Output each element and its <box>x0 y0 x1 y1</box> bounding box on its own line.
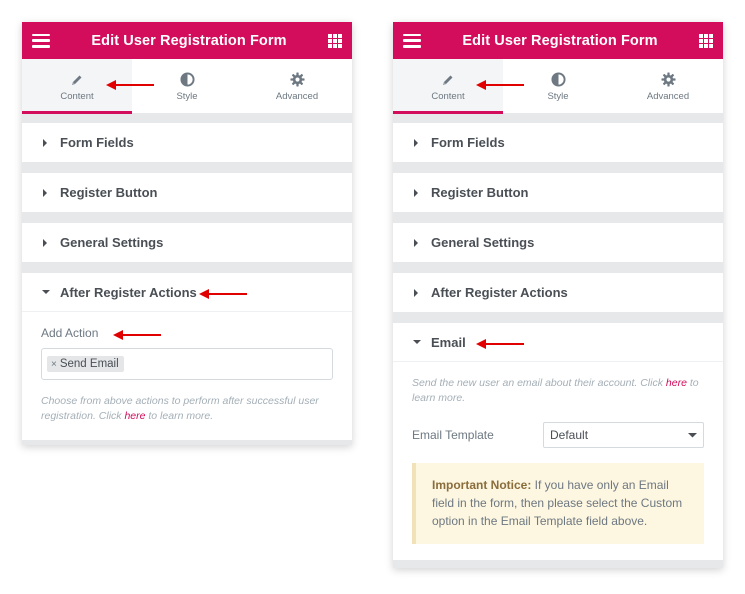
description-text-end: to learn more. <box>145 410 214 422</box>
caret-right-icon <box>413 138 431 147</box>
add-action-description: Choose from above actions to perform aft… <box>41 394 333 424</box>
add-action-select[interactable]: × Send Email <box>41 348 333 380</box>
grid-icon[interactable] <box>699 33 713 48</box>
section-register-button[interactable]: Register Button <box>393 173 723 212</box>
section-label: Register Button <box>60 185 158 200</box>
tab-label: Advanced <box>275 90 319 102</box>
section-label: Email <box>431 334 466 350</box>
pencil-icon <box>70 71 84 89</box>
section-after-register-actions[interactable]: After Register Actions <box>22 273 352 312</box>
tab-label: Content <box>431 90 465 102</box>
arrow-icon <box>476 339 524 349</box>
tab-label: Style <box>176 90 198 102</box>
email-template-select[interactable]: Default <box>543 422 704 448</box>
hamburger-icon[interactable] <box>403 33 421 48</box>
section-label: Register Button <box>431 185 529 200</box>
section-label: General Settings <box>431 235 535 250</box>
tab-advanced[interactable]: Advanced <box>613 59 723 113</box>
half-circle-icon <box>179 71 195 89</box>
panel-sections: Form Fields Register Button General Sett… <box>22 114 352 440</box>
section-email[interactable]: Email <box>393 323 723 362</box>
panel-header: Edit User Registration Form <box>393 22 723 59</box>
tab-advanced[interactable]: Advanced <box>242 59 352 113</box>
left-editor-panel: Edit User Registration Form Content Styl… <box>22 22 352 445</box>
section-general-settings[interactable]: General Settings <box>393 223 723 262</box>
pencil-icon <box>441 71 455 89</box>
action-tag: × Send Email <box>47 356 124 372</box>
email-description: Send the new user an email about their a… <box>412 376 704 406</box>
caret-right-icon <box>413 238 431 247</box>
section-label: General Settings <box>60 235 164 250</box>
remove-tag-icon[interactable]: × <box>51 359 57 370</box>
tab-label: Content <box>60 90 94 102</box>
half-circle-icon <box>550 71 566 89</box>
arrow-icon <box>106 80 154 90</box>
gear-icon <box>289 71 305 89</box>
arrow-icon <box>113 330 161 340</box>
arrow-icon <box>476 80 524 90</box>
panel-title: Edit User Registration Form <box>462 32 658 49</box>
caret-right-icon <box>413 188 431 197</box>
learn-more-link[interactable]: here <box>666 377 687 389</box>
panel-tabs: Content Style Advanced <box>22 59 352 114</box>
section-label: After Register Actions <box>431 285 568 300</box>
gear-icon <box>660 71 676 89</box>
section-label: Form Fields <box>60 135 134 150</box>
email-content: Send the new user an email about their a… <box>393 362 723 560</box>
section-label: Form Fields <box>431 135 505 150</box>
grid-icon[interactable] <box>328 33 342 48</box>
panel-title: Edit User Registration Form <box>91 32 287 49</box>
section-form-fields[interactable]: Form Fields <box>393 123 723 162</box>
section-after-register-actions[interactable]: After Register Actions <box>393 273 723 312</box>
description-text: Send the new user an email about their a… <box>412 377 666 389</box>
important-notice: Important Notice: If you have only an Em… <box>412 463 704 544</box>
notice-title: Important Notice: <box>432 478 532 492</box>
section-label: After Register Actions <box>60 284 197 300</box>
caret-right-icon <box>413 288 431 297</box>
caret-right-icon <box>42 238 60 247</box>
panel-sections: Form Fields Register Button General Sett… <box>393 114 723 560</box>
panel-header: Edit User Registration Form <box>22 22 352 59</box>
arrow-icon <box>199 289 247 299</box>
email-template-value: Default <box>550 428 589 442</box>
section-general-settings[interactable]: General Settings <box>22 223 352 262</box>
caret-down-icon <box>42 289 60 295</box>
learn-more-link[interactable]: here <box>124 410 145 422</box>
panel-tabs: Content Style Advanced <box>393 59 723 114</box>
tab-label: Advanced <box>646 90 690 102</box>
caret-down-icon <box>413 339 431 345</box>
chevron-down-icon <box>688 433 697 438</box>
email-template-row: Email Template Default <box>412 422 704 448</box>
email-template-label: Email Template <box>412 428 494 442</box>
caret-right-icon <box>42 188 60 197</box>
after-register-actions-content: Add Action × Send Email Choose from abov… <box>22 312 352 440</box>
section-register-button[interactable]: Register Button <box>22 173 352 212</box>
tab-label: Style <box>547 90 569 102</box>
action-tag-label: Send Email <box>59 358 119 370</box>
right-editor-panel: Edit User Registration Form Content Styl… <box>393 22 723 568</box>
caret-right-icon <box>42 138 60 147</box>
add-action-label: Add Action <box>41 326 99 340</box>
hamburger-icon[interactable] <box>32 33 50 48</box>
section-form-fields[interactable]: Form Fields <box>22 123 352 162</box>
